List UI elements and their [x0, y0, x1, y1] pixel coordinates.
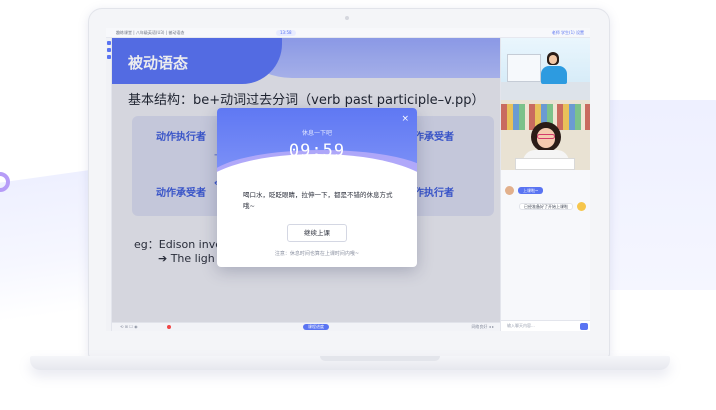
background-panel-right — [596, 100, 716, 290]
break-note: 注意：休息时间也算在上课时间内哦~ — [274, 251, 360, 257]
student-book — [515, 158, 575, 170]
chat-message: 已经准备好了开始上课啦 — [505, 202, 587, 212]
chat-bubble-teacher: 上课啦~ — [518, 187, 544, 194]
teacher-body — [541, 66, 567, 84]
class-timer: 13:58 — [276, 30, 296, 36]
teacher-video — [501, 38, 590, 100]
promo-stage: 趣练课堂 | 八年级英语(U3) | 被动语态 13:58 老师 学生(1) 设… — [0, 0, 716, 410]
avatar — [505, 186, 514, 195]
app-title: 趣练课堂 | 八年级英语(U3) | 被动语态 — [116, 30, 185, 35]
pen-tool-icon[interactable] — [106, 41, 111, 45]
close-icon[interactable]: × — [401, 114, 409, 124]
chat-input-placeholder: 输入聊天内容... — [507, 323, 535, 328]
progress-button[interactable]: 课程进度 — [303, 324, 329, 330]
laptop-base-notch — [320, 356, 440, 361]
laptop-camera — [345, 16, 349, 20]
chat-panel: 上课啦~ 已经准备好了开始上课啦 — [501, 170, 590, 320]
record-icon[interactable] — [167, 325, 171, 329]
break-dialog-header: × 休息一下吧 09:59 — [217, 108, 417, 194]
laptop-base — [30, 356, 670, 370]
break-message: 喝口水，眨眨眼睛，拉伸一下，都是不错的休息方式哦~ — [243, 191, 393, 210]
teacher-face — [549, 55, 557, 64]
break-dialog-subtitle: 休息一下吧 — [301, 130, 332, 137]
send-icon[interactable] — [580, 323, 588, 330]
emoji-icon — [577, 202, 586, 211]
student-video — [501, 100, 590, 170]
break-dialog: × 休息一下吧 09:59 喝口水，眨眨眼睛，拉伸一下，都是不错的休息方式哦~ … — [217, 108, 417, 267]
continue-class-button[interactable]: 继续上课 — [287, 224, 347, 242]
teacher-monitor — [507, 54, 541, 82]
chat-message: 上课啦~ — [505, 186, 585, 196]
app-topbar: 趣练课堂 | 八年级英语(U3) | 被动语态 13:58 老师 学生(1) 设… — [106, 28, 590, 38]
slide-bottombar: ⟲ ⊞ ☐ ◉ 课程进度 网络良好 ◂ ▸ — [112, 322, 500, 331]
shape-tool-icon[interactable] — [106, 48, 111, 52]
chat-bubble-student: 已经准备好了开始上课啦 — [519, 203, 573, 210]
bottom-tool-icons[interactable]: ⟲ ⊞ ☐ ◉ — [120, 324, 138, 329]
right-panel: 上课啦~ 已经准备好了开始上课啦 输入聊天内容... — [500, 38, 590, 331]
chat-input[interactable]: 输入聊天内容... — [501, 320, 590, 331]
topbar-actions[interactable]: 老师 学生(1) 设置 — [552, 30, 584, 36]
student-glasses — [537, 134, 555, 139]
break-countdown: 09:59 — [288, 141, 346, 161]
network-status: 网络良好 ◂ ▸ — [471, 324, 494, 329]
eraser-tool-icon[interactable] — [106, 55, 111, 59]
teacher-desk — [501, 82, 590, 100]
